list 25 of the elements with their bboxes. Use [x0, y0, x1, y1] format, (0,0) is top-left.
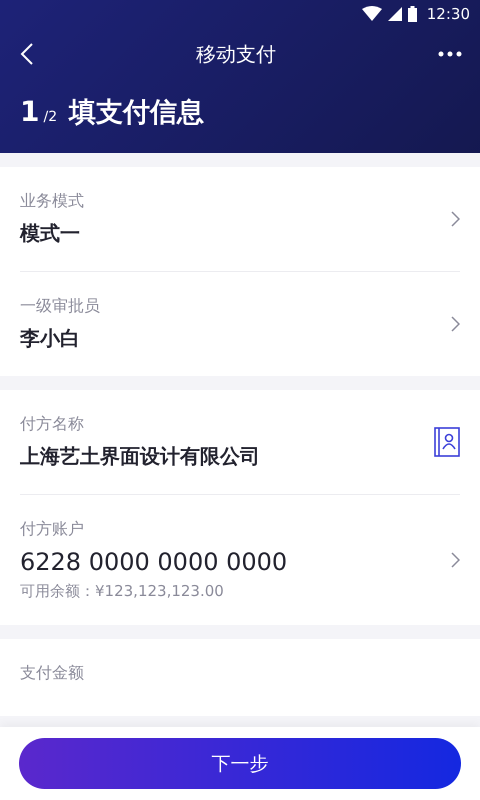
chevron-icon[interactable]	[451, 316, 460, 332]
field-value[interactable]: 模式一	[20, 220, 84, 247]
balance-text: 可用余额：¥123,123,123.00	[20, 582, 225, 601]
field-value[interactable]: 李小白	[20, 325, 100, 352]
field-value[interactable]: 上海艺土界面设计有限公司	[20, 443, 260, 470]
battery-icon	[408, 6, 417, 22]
status-time: 12:30	[426, 5, 470, 23]
field-value[interactable]: 6228 0000 0000 0000	[20, 548, 288, 576]
field-label: 付方名称	[20, 414, 85, 435]
field-label: 业务模式	[20, 191, 84, 212]
chevron-icon[interactable]	[451, 211, 460, 227]
field-label: 付方账户	[20, 519, 85, 540]
contact-book-icon[interactable]	[434, 427, 460, 457]
back-icon[interactable]	[20, 43, 34, 65]
wifi-icon	[362, 6, 382, 22]
field-label: 支付金额	[20, 663, 84, 684]
chevron-icon[interactable]	[451, 552, 460, 568]
step-number: 1	[20, 95, 40, 128]
signal-icon	[388, 7, 402, 21]
field-label: 一级审批员	[20, 296, 100, 317]
step-title: 填支付信息	[69, 96, 204, 130]
more-icon[interactable]	[438, 51, 462, 57]
next-button[interactable]: 下一步	[19, 738, 461, 789]
step-total: /2	[43, 109, 58, 125]
page-title: 移动支付	[196, 40, 276, 68]
